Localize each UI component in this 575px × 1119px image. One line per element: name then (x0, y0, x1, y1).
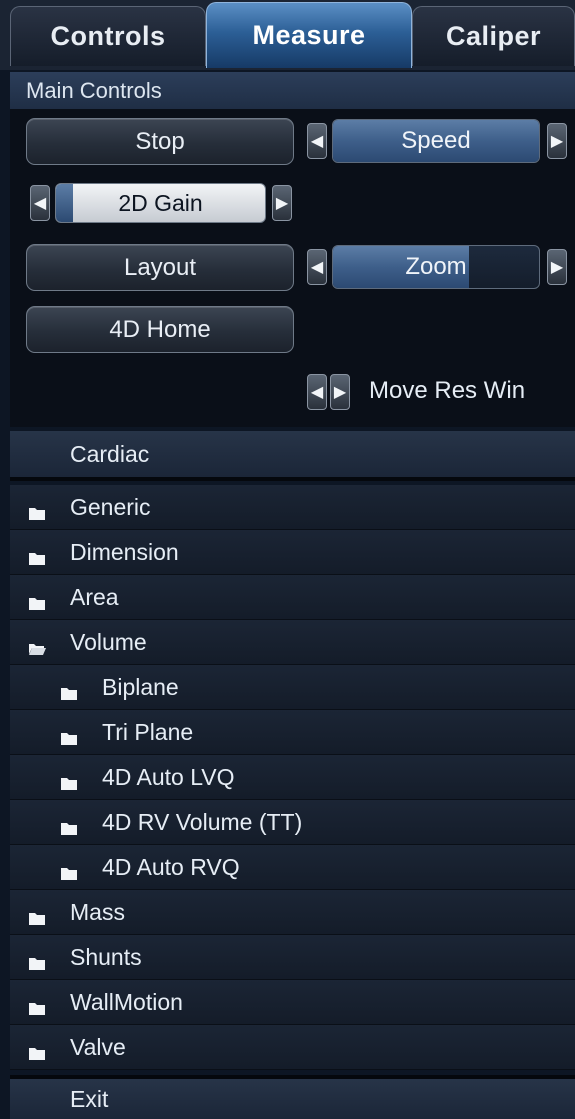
measure-panel: Controls Measure Caliper Main Controls S… (0, 0, 575, 1119)
layout-button[interactable]: Layout (26, 244, 294, 291)
zoom-label: Zoom (405, 253, 467, 280)
speed-label: Speed (401, 127, 471, 154)
list-item[interactable]: Shunts (10, 935, 575, 980)
list-item-label: Shunts (70, 943, 142, 970)
list-item-label: Dimension (70, 538, 179, 565)
folder-icon (28, 950, 46, 970)
stop-button[interactable]: Stop (26, 118, 294, 165)
list-item-label: Biplane (102, 673, 179, 700)
folder-icon (28, 590, 46, 610)
list-item[interactable]: Area (10, 575, 575, 620)
list-item-label: Mass (70, 898, 125, 925)
folder-icon (60, 770, 78, 790)
folder-open-icon (28, 635, 46, 655)
list-item-label: Volume (70, 628, 147, 655)
list-item[interactable]: Valve (10, 1025, 575, 1070)
gain-increase-icon[interactable]: ▶ (272, 185, 292, 221)
list-item[interactable]: Biplane (10, 665, 575, 710)
tab-caliper[interactable]: Caliper (412, 6, 575, 66)
2d-gain-label: 2D Gain (118, 189, 203, 216)
move-res-win-label: Move Res Win (369, 377, 526, 404)
list-item[interactable]: Volume (10, 620, 575, 665)
list-item[interactable]: Generic (10, 485, 575, 530)
exit-button[interactable]: Exit (10, 1079, 575, 1119)
speed-increase-icon[interactable]: ▶ (547, 123, 567, 159)
category-header[interactable]: Cardiac (10, 431, 575, 477)
main-controls-header: Main Controls (10, 72, 575, 109)
tab-controls[interactable]: Controls (10, 6, 206, 66)
folder-icon (28, 545, 46, 565)
list-item-label: Tri Plane (102, 718, 194, 745)
list-item-label: 4D Auto LVQ (102, 763, 235, 790)
list-item-label: 4D Auto RVQ (102, 853, 240, 880)
list-item[interactable]: 4D Auto RVQ (10, 845, 575, 890)
zoom-slider[interactable]: Zoom (332, 245, 540, 289)
folder-icon (28, 995, 46, 1015)
folder-icon (60, 860, 78, 880)
list-item[interactable]: Tri Plane (10, 710, 575, 755)
list-item[interactable]: WallMotion (10, 980, 575, 1025)
folder-icon (60, 815, 78, 835)
list-item[interactable]: Dimension (10, 530, 575, 575)
gain-decrease-icon[interactable]: ◀ (30, 185, 50, 221)
list-item-label: WallMotion (70, 988, 183, 1015)
list-item-label: 4D RV Volume (TT) (102, 808, 303, 835)
folder-icon (60, 725, 78, 745)
divider (10, 477, 575, 481)
folder-icon (60, 680, 78, 700)
2d-gain-slider[interactable]: 2D Gain (55, 183, 266, 223)
list-item-label: Valve (70, 1033, 126, 1060)
list-item-label: Area (70, 583, 119, 610)
list-item[interactable]: 4D RV Volume (TT) (10, 800, 575, 845)
list-item[interactable]: 4D Auto LVQ (10, 755, 575, 800)
4d-home-button[interactable]: 4D Home (26, 306, 294, 353)
folder-icon (28, 905, 46, 925)
move-res-left-icon[interactable]: ◀ (307, 374, 327, 410)
folder-icon (28, 500, 46, 520)
tab-bar: Controls Measure Caliper (0, 0, 575, 70)
zoom-decrease-icon[interactable]: ◀ (307, 249, 327, 285)
folder-icon (28, 1040, 46, 1060)
zoom-increase-icon[interactable]: ▶ (547, 249, 567, 285)
move-res-right-icon[interactable]: ▶ (330, 374, 350, 410)
tab-measure[interactable]: Measure (206, 2, 412, 68)
speed-slider[interactable]: Speed (332, 119, 540, 163)
list-item-label: Generic (70, 493, 151, 520)
list-item[interactable]: Mass (10, 890, 575, 935)
speed-decrease-icon[interactable]: ◀ (307, 123, 327, 159)
